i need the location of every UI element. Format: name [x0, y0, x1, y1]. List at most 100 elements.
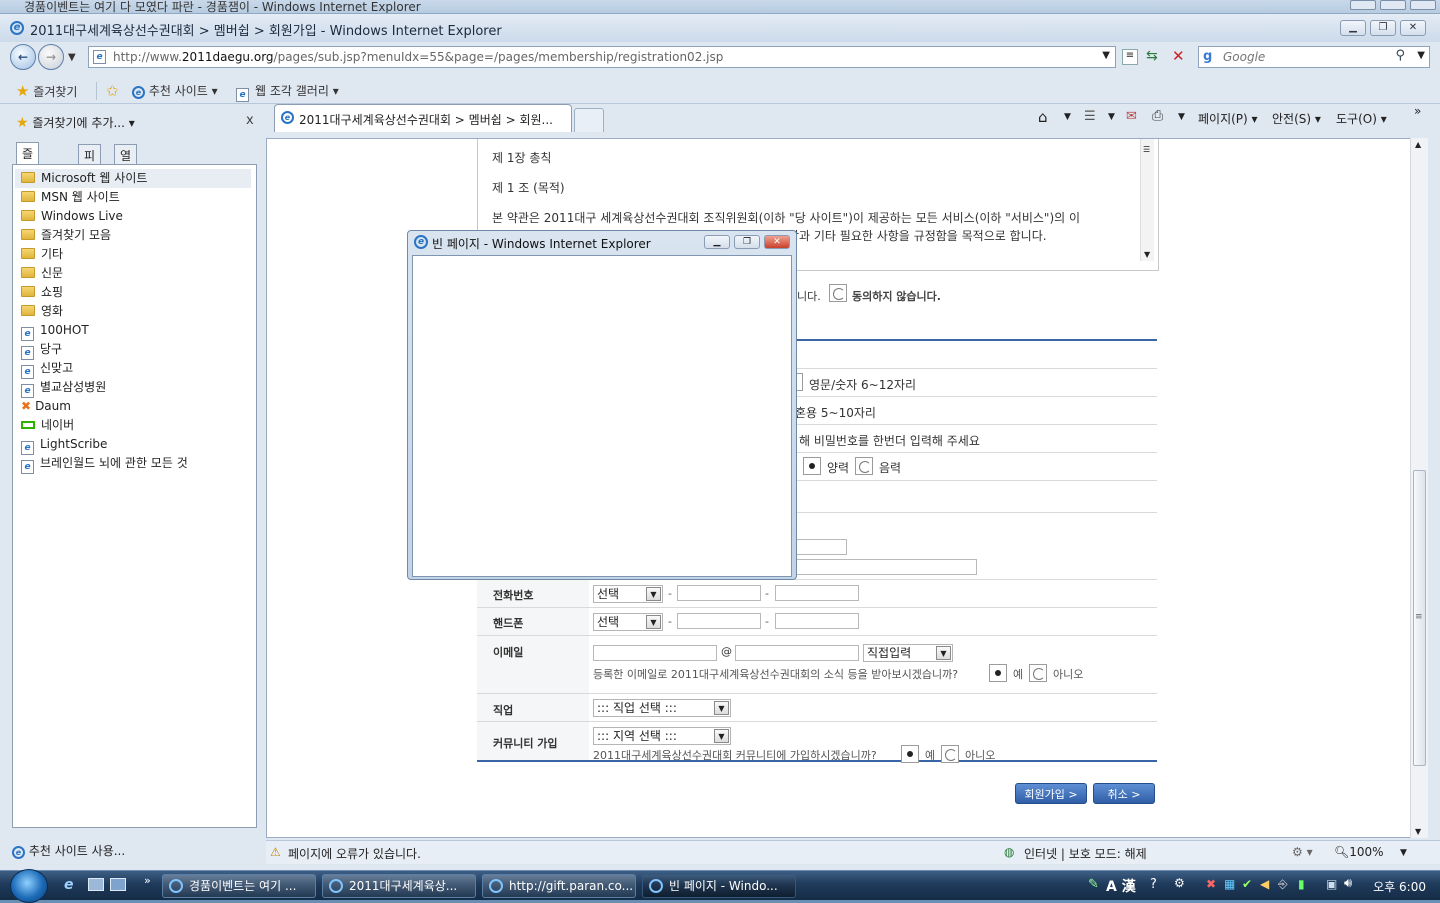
disagree-radio[interactable] — [829, 284, 847, 302]
quicklaunch-overflow-icon[interactable]: » — [144, 874, 151, 887]
zoom-level[interactable]: 🔍︎100% — [1334, 845, 1384, 859]
favorites-item[interactable]: e 100HOT — [21, 321, 89, 341]
join-button[interactable]: 회원가입 > — [1015, 783, 1087, 804]
page-menu[interactable]: 페이지(P) ▾ — [1198, 110, 1258, 127]
web-slice-gallery-button[interactable]: e웹 조각 갤러리 ▾ — [236, 82, 339, 102]
warning-icon[interactable]: ⚠ — [270, 845, 281, 859]
favorites-item[interactable]: e 신맞고 — [21, 359, 73, 379]
terms-scrollbar[interactable]: ☰ ▼ — [1140, 139, 1154, 261]
background-maximize-button[interactable] — [1380, 0, 1406, 10]
address-dropdown-icon[interactable]: ▼ — [1102, 50, 1110, 61]
clock[interactable]: 오후 6:00 — [1373, 878, 1426, 895]
tab-favorites[interactable]: 즐겨찾기 — [16, 142, 40, 212]
home-icon[interactable]: ⌂ — [1038, 108, 1048, 126]
favorites-item[interactable]: e 브레인월드 뇌에 관한 모든 것 — [21, 454, 188, 474]
favorites-item[interactable]: 네이버 — [21, 416, 74, 435]
tab-feeds[interactable]: 피드 — [78, 144, 102, 180]
volume-icon[interactable]: 🔊︎ — [1344, 876, 1352, 891]
favorites-item[interactable]: 쇼핑 — [21, 283, 63, 302]
command-overflow-icon[interactable]: » — [1414, 104, 1421, 118]
add-to-favorites-bar-icon[interactable]: ✩ — [106, 82, 119, 100]
new-tab-button[interactable] — [574, 108, 604, 132]
mobile-last-input[interactable] — [775, 613, 859, 629]
feeds-icon[interactable]: ☰ — [1084, 109, 1096, 124]
popup-maximize-button[interactable]: ❐ — [734, 235, 760, 249]
tab-current[interactable]: e 2011대구세계육상선수권대회 > 멤버쉽 > 회원... — [274, 104, 572, 132]
taskbar-item-1[interactable]: 경품이벤트는 여기 ... — [162, 874, 316, 898]
favorites-item[interactable]: 즐겨찾기 모음 — [21, 226, 111, 245]
background-close-button[interactable] — [1410, 0, 1436, 10]
history-dropdown[interactable]: ▼ — [68, 52, 76, 63]
tray-battery-icon[interactable]: ▮ — [1298, 877, 1305, 891]
close-button[interactable]: ✕ — [1400, 20, 1426, 36]
search-box[interactable]: g ⚲ ▼ — [1198, 46, 1430, 68]
taskbar-item-2[interactable]: 2011대구세계육상... — [322, 874, 476, 898]
favorites-item[interactable]: e 당구 — [21, 340, 62, 360]
suggested-sites-footer[interactable]: e 추천 사이트 사용... — [12, 842, 125, 859]
quicklaunch-ie-icon[interactable]: e — [64, 877, 74, 893]
address-input-1[interactable] — [795, 539, 847, 555]
mobile-prefix-select[interactable]: 선택 ▼ — [593, 613, 663, 631]
favorites-item[interactable]: MSN 웹 사이트 — [21, 188, 120, 207]
close-pane-icon[interactable]: x — [246, 113, 254, 128]
email-domain-input[interactable] — [735, 645, 859, 661]
mail-icon[interactable]: ✉ — [1126, 109, 1137, 124]
add-to-favorites-button[interactable]: ★ 즐겨찾기에 추가... ▾ — [16, 114, 135, 131]
ime-indicator[interactable]: A 漢 — [1106, 876, 1136, 896]
favorites-item[interactable]: 영화 — [21, 302, 63, 321]
region-select[interactable]: ::: 지역 선택 ::: ▼ — [593, 727, 731, 745]
email-id-input[interactable] — [593, 645, 717, 661]
favorites-button[interactable]: ★ 즐겨찾기 — [16, 82, 77, 100]
help-icon[interactable]: ? — [1150, 877, 1157, 892]
tray-security-icon[interactable]: ✖ — [1206, 877, 1216, 891]
community-no-radio[interactable] — [941, 745, 959, 763]
switch-windows-icon[interactable] — [110, 878, 126, 891]
favorites-item[interactable]: e 별교삼성병원 — [21, 378, 106, 398]
email-yes-radio[interactable] — [989, 664, 1007, 682]
search-icon[interactable]: ⚲ — [1395, 48, 1405, 63]
solar-radio[interactable] — [803, 457, 821, 475]
email-no-radio[interactable] — [1029, 664, 1047, 682]
window-titlebar[interactable]: e 2011대구세계육상선수권대회 > 멤버쉽 > 회원가입 - Windows… — [0, 14, 1440, 42]
address-bar[interactable]: e http://www.2011daegu.org/pages/sub.jsp… — [88, 46, 1116, 68]
home-dropdown-icon[interactable]: ▼ — [1064, 112, 1071, 122]
back-button[interactable]: ← — [10, 44, 36, 70]
phone-middle-input[interactable] — [677, 585, 761, 601]
start-button[interactable] — [10, 869, 48, 903]
restore-button[interactable]: ❐ — [1370, 20, 1396, 36]
security-zone[interactable]: 인터넷 | 보호 모드: 해제 — [1024, 845, 1147, 862]
protected-mode-icon[interactable]: ⚙ ▾ — [1292, 845, 1313, 859]
tray-update-icon[interactable]: ✔ — [1242, 877, 1252, 891]
tray-usb-icon[interactable]: ⎆ — [1278, 877, 1288, 892]
taskbar-item-4[interactable]: 빈 페이지 - Windo... — [642, 874, 796, 898]
feeds-dropdown-icon[interactable]: ▼ — [1108, 112, 1115, 122]
lunar-radio[interactable] — [855, 457, 873, 475]
taskbar-item-3[interactable]: http://gift.paran.co... — [482, 874, 636, 898]
compatibility-icon[interactable]: ≡ — [1122, 49, 1138, 65]
search-options-icon[interactable]: ▼ — [1417, 50, 1425, 61]
address-input-2[interactable] — [795, 559, 977, 575]
stop-icon[interactable]: ✕ — [1172, 47, 1185, 65]
tab-history[interactable]: 열어본 페이지 목록 — [114, 144, 138, 282]
tray-options-icon[interactable]: ⚙ — [1174, 876, 1185, 890]
tools-menu[interactable]: 도구(O) ▾ — [1336, 110, 1387, 127]
favorites-item[interactable]: 기타 — [21, 245, 63, 264]
favorites-item[interactable]: Microsoft 웹 사이트 — [15, 169, 251, 188]
tray-pen-icon[interactable]: ✎ — [1088, 877, 1099, 892]
popup-close-button[interactable]: ✕ — [764, 235, 790, 249]
network-icon[interactable]: ▣ — [1326, 877, 1337, 891]
safety-menu[interactable]: 안전(S) ▾ — [1272, 110, 1321, 127]
mobile-middle-input[interactable] — [677, 613, 761, 629]
favorites-item[interactable]: Windows Live — [21, 207, 123, 226]
phone-area-select[interactable]: 선택 ▼ — [593, 585, 663, 603]
favorites-item[interactable]: ✖ Daum — [21, 397, 71, 416]
suggested-sites-button[interactable]: e 추천 사이트 ▾ — [132, 82, 218, 99]
background-window-titlebar[interactable]: 경품이벤트는 여기 다 모였다 파란 - 경품잼이 - Windows Inte… — [0, 0, 1440, 14]
show-desktop-icon[interactable] — [88, 878, 104, 891]
favorites-item[interactable]: 신문 — [21, 264, 63, 283]
refresh-icon[interactable]: ⇆ — [1146, 48, 1158, 64]
minimize-button[interactable]: ▁ — [1340, 20, 1366, 36]
phone-last-input[interactable] — [775, 585, 859, 601]
background-minimize-button[interactable] — [1350, 0, 1376, 10]
tray-speaker-icon[interactable]: ◀ — [1260, 877, 1269, 891]
